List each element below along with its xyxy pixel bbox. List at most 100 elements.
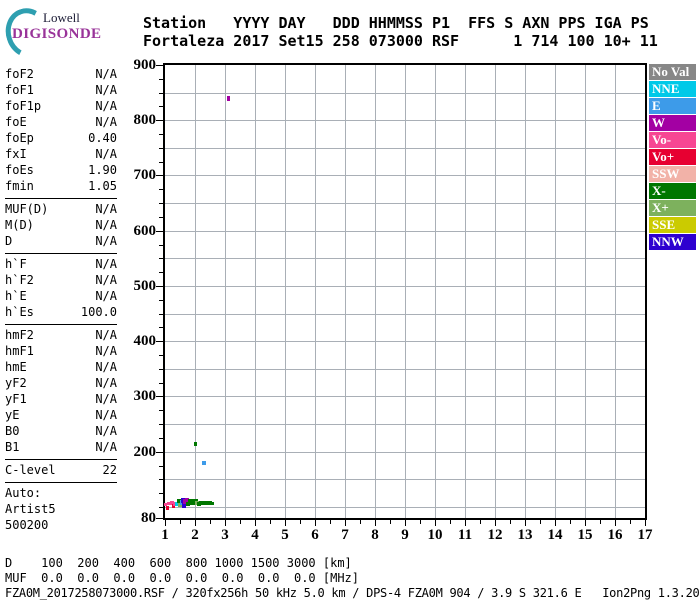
param-label: h`F bbox=[5, 257, 27, 271]
horizontal-gridline bbox=[165, 120, 645, 121]
echo-point bbox=[209, 502, 214, 505]
y-major-tick bbox=[156, 518, 163, 519]
vertical-gridline bbox=[495, 65, 496, 518]
autoscaling-info-line: Auto: bbox=[5, 486, 42, 500]
x-major-tick bbox=[645, 520, 646, 526]
param-label: foF2 bbox=[5, 67, 34, 81]
vertical-gridline bbox=[615, 65, 616, 518]
vertical-gridline bbox=[225, 65, 226, 518]
y-minor-tick bbox=[159, 507, 163, 508]
horizontal-gridline bbox=[165, 286, 645, 287]
x-tick-label: 10 bbox=[427, 527, 443, 543]
param-label: h`F2 bbox=[5, 273, 34, 287]
legend-item: W bbox=[649, 115, 696, 131]
param-row: yF2 N/A bbox=[5, 375, 117, 391]
y-minor-tick bbox=[159, 493, 163, 494]
y-minor-tick bbox=[159, 272, 163, 273]
y-minor-tick bbox=[159, 383, 163, 384]
param-row: C-level 22 bbox=[5, 462, 117, 478]
ionogram-header: Station YYYY DAY DDD HHMMSS P1 FFS S AXN… bbox=[143, 14, 658, 50]
x-minor-tick bbox=[330, 520, 331, 524]
x-minor-tick bbox=[420, 520, 421, 524]
y-minor-tick bbox=[159, 162, 163, 163]
horizontal-gridline bbox=[165, 396, 645, 397]
x-tick-label: 11 bbox=[457, 527, 473, 543]
param-row: h`E N/A bbox=[5, 288, 117, 304]
x-major-tick bbox=[345, 520, 346, 526]
echo-point bbox=[194, 442, 197, 446]
x-major-tick bbox=[315, 520, 316, 526]
echo-point bbox=[166, 506, 169, 510]
y-minor-tick bbox=[159, 93, 163, 94]
param-row: B0 N/A bbox=[5, 423, 117, 439]
param-label: fxI bbox=[5, 147, 27, 161]
param-label: B0 bbox=[5, 424, 20, 438]
distance-row: D 100 200 400 600 800 1000 1500 3000 [km… bbox=[5, 556, 352, 570]
x-tick-label: 17 bbox=[637, 527, 653, 543]
y-major-tick bbox=[156, 231, 163, 232]
param-row: foF1 N/A bbox=[5, 82, 117, 98]
vertical-gridline bbox=[315, 65, 316, 518]
x-tick-label: 2 bbox=[191, 527, 199, 543]
horizontal-gridline bbox=[165, 507, 645, 508]
x-major-tick bbox=[615, 520, 616, 526]
y-minor-tick bbox=[159, 258, 163, 259]
vertical-gridline bbox=[555, 65, 556, 518]
logo-digisonde-text: DIGISONDE bbox=[12, 26, 102, 42]
y-minor-tick bbox=[159, 466, 163, 467]
y-major-tick bbox=[156, 452, 163, 453]
echo-direction-legend: No Val NNE E W Vo- Vo+ SSW X- X+ SSE NNW bbox=[649, 64, 696, 251]
x-major-tick bbox=[405, 520, 406, 526]
x-minor-tick bbox=[480, 520, 481, 524]
param-label: h`Es bbox=[5, 305, 34, 319]
param-row: D N/A bbox=[5, 233, 117, 249]
vertical-gridline bbox=[285, 65, 286, 518]
vertical-gridline bbox=[405, 65, 406, 518]
y-minor-tick bbox=[159, 245, 163, 246]
lowell-digisonde-logo: Lowell DIGISONDE bbox=[0, 2, 134, 64]
x-tick-label: 1 bbox=[161, 527, 169, 543]
y-tick-label: 800 bbox=[133, 112, 157, 128]
x-minor-tick bbox=[390, 520, 391, 524]
param-row: foF1p N/A bbox=[5, 98, 117, 114]
param-label: hmF2 bbox=[5, 328, 34, 342]
x-minor-tick bbox=[240, 520, 241, 524]
y-major-tick bbox=[156, 65, 163, 66]
vertical-gridline bbox=[525, 65, 526, 518]
x-minor-tick bbox=[180, 520, 181, 524]
vertical-gridline bbox=[465, 65, 466, 518]
horizontal-gridline bbox=[165, 93, 645, 94]
param-label: MUF(D) bbox=[5, 202, 49, 216]
param-value: N/A bbox=[95, 360, 117, 374]
x-tick-label: 7 bbox=[341, 527, 349, 543]
param-row: yF1 N/A bbox=[5, 391, 117, 407]
param-row: hmF2 N/A bbox=[5, 327, 117, 343]
vertical-gridline bbox=[375, 65, 376, 518]
param-row: hmF1 N/A bbox=[5, 343, 117, 359]
vertical-gridline bbox=[435, 65, 436, 518]
header-values-line: Fortaleza 2017 Set15 258 073000 RSF 1 71… bbox=[143, 32, 658, 50]
x-major-tick bbox=[555, 520, 556, 526]
y-minor-tick bbox=[159, 79, 163, 80]
y-tick-label: 900 bbox=[133, 57, 157, 73]
x-tick-label: 3 bbox=[221, 527, 229, 543]
param-value: 22 bbox=[102, 463, 117, 477]
param-value: N/A bbox=[95, 408, 117, 422]
vertical-gridline bbox=[585, 65, 586, 518]
x-major-tick bbox=[435, 520, 436, 526]
param-label: yE bbox=[5, 408, 20, 422]
param-value: N/A bbox=[95, 257, 117, 271]
legend-item: SSW bbox=[649, 166, 696, 182]
panel-divider bbox=[5, 198, 117, 199]
y-minor-tick bbox=[159, 410, 163, 411]
x-minor-tick bbox=[540, 520, 541, 524]
param-row: foEs 1.90 bbox=[5, 162, 117, 178]
legend-item: SSE bbox=[649, 217, 696, 233]
param-label: foEp bbox=[5, 131, 34, 145]
x-tick-label: 4 bbox=[251, 527, 259, 543]
param-row: fmin 1.05 bbox=[5, 178, 117, 194]
legend-item: X+ bbox=[649, 200, 696, 216]
y-tick-label: 200 bbox=[133, 444, 157, 460]
x-tick-label: 9 bbox=[401, 527, 409, 543]
param-row: h`Es 100.0 bbox=[5, 304, 117, 320]
